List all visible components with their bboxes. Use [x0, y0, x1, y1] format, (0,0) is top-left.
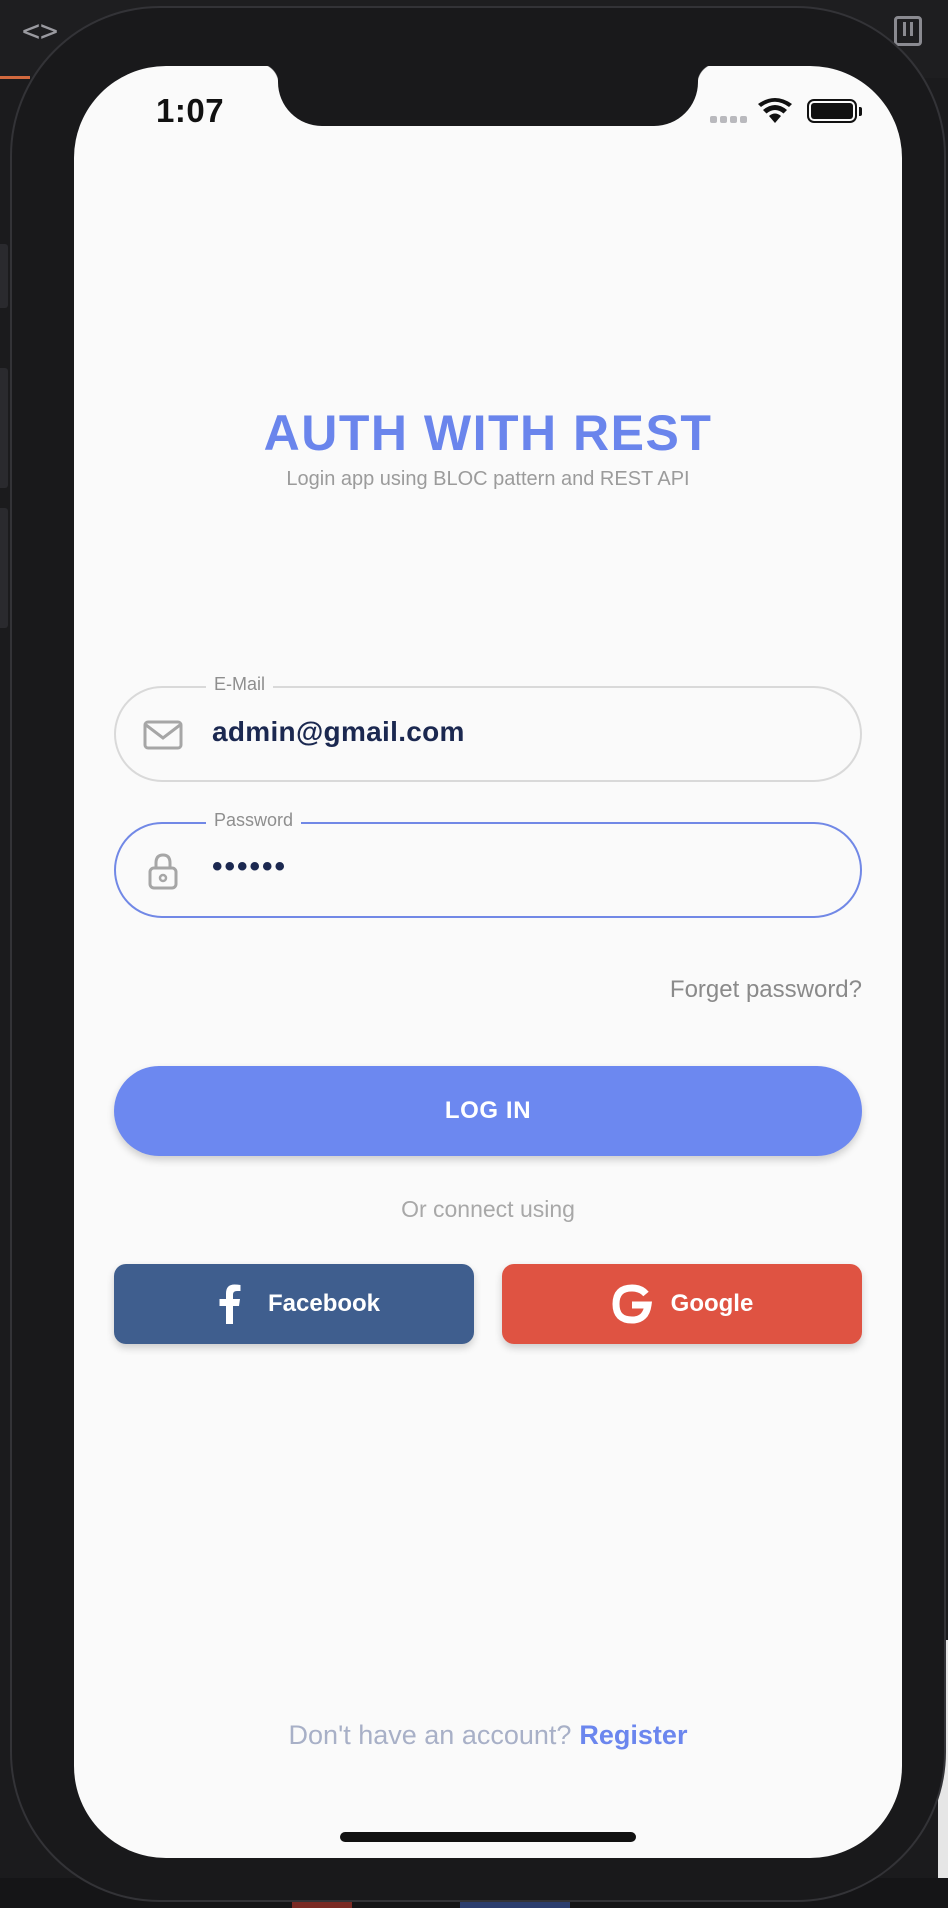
home-indicator[interactable]: [340, 1832, 636, 1842]
forgot-password-link[interactable]: Forget password?: [670, 976, 862, 1004]
battery-icon: [807, 99, 857, 123]
battery-cap: [859, 107, 862, 116]
password-field-label: Password: [206, 810, 302, 831]
email-value: admin@gmail.com: [212, 716, 465, 747]
email-field-label: E-Mail: [206, 674, 274, 695]
password-value: ••••••: [212, 850, 288, 883]
cellular-signal-icon: [710, 116, 747, 123]
ide-side-tab: [0, 244, 8, 308]
facebook-icon: [208, 1283, 250, 1325]
facebook-label: Facebook: [267, 1290, 381, 1317]
panel-icon[interactable]: [894, 16, 922, 46]
password-field[interactable]: Password ••••••: [114, 810, 862, 918]
login-button[interactable]: LOG IN: [114, 1066, 862, 1156]
ide-active-tab-indicator: [0, 76, 30, 79]
mail-icon: [143, 720, 183, 750]
lock-icon: [148, 853, 178, 890]
register-row: Don't have an account? Register: [74, 1720, 902, 1751]
app-screen: 1:07 AUTH WITH REST Login app using BLOC…: [74, 66, 902, 1858]
email-field[interactable]: E-Mail admin@gmail.com: [114, 674, 862, 782]
google-button[interactable]: Google: [502, 1264, 862, 1344]
register-prompt: Don't have an account?: [288, 1720, 572, 1750]
google-label: Google: [670, 1290, 754, 1317]
status-time: 1:07: [156, 92, 225, 129]
app-subtitle: Login app using BLOC pattern and REST AP…: [286, 468, 690, 490]
app-title: AUTH WITH REST: [263, 405, 713, 461]
register-link[interactable]: Register: [579, 1720, 687, 1750]
code-icon[interactable]: <>: [22, 14, 58, 49]
google-icon: [611, 1283, 653, 1325]
facebook-button[interactable]: Facebook: [114, 1264, 474, 1344]
social-divider-text: Or connect using: [401, 1196, 575, 1222]
device-notch: [258, 66, 718, 126]
phone-frame: 1:07 AUTH WITH REST Login app using BLOC…: [10, 6, 946, 1902]
ide-side-tab: [0, 368, 8, 488]
wifi-icon: [758, 98, 792, 123]
ide-side-tab: [0, 508, 8, 628]
